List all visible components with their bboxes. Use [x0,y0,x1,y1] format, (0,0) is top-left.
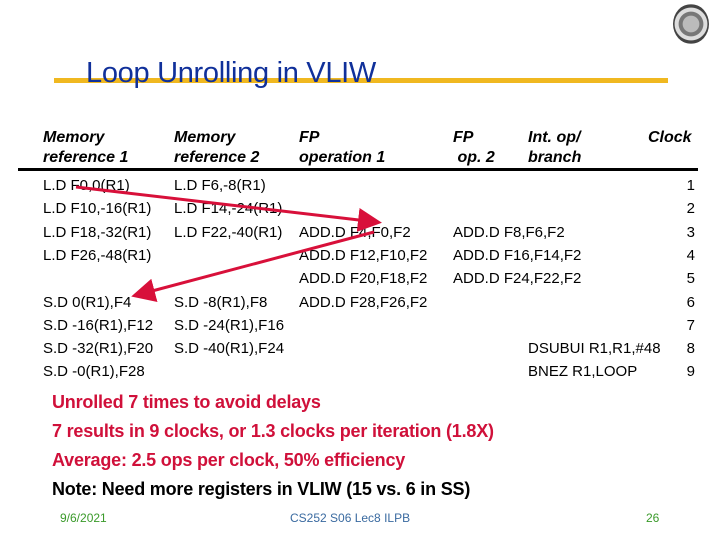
cell-mem2: S.D -8(R1),F8 [174,293,268,311]
cell-mem1: S.D -16(R1),F12 [43,316,154,334]
note-unrolled: Unrolled 7 times to avoid delays [52,392,321,412]
cell-fp2: ADD.D F16,F14,F2 [453,246,582,264]
cell-mem1: L.D F26,-48(R1) [43,246,152,264]
cell-clock: 9 [686,363,695,381]
header-rule [18,168,698,171]
cell-fp1: ADD.D F28,F26,F2 [299,293,428,311]
header-fp-op-2: FP op. 2 [453,129,495,166]
cell-mem2: S.D -40(R1),F24 [174,340,285,358]
cell-mem1: L.D F0,0(R1) [43,177,130,194]
cell-mem1: S.D -32(R1),F20 [43,340,154,358]
cell-clock: 3 [686,223,695,241]
header-fp-op-1: FP operation 1 [299,129,386,166]
cell-mem2: S.D -24(R1),F16 [174,316,285,334]
header-clock: Clock [648,129,692,146]
header-memory-ref-1: Memory reference 1 [43,129,129,166]
cell-clock: 2 [686,200,695,218]
cell-mem2: L.D F14,-24(R1) [174,200,283,218]
header-memory-ref-2: Memory reference 2 [174,129,260,166]
cell-clock: 7 [686,316,695,334]
cell-mem2: L.D F22,-40(R1) [174,223,283,241]
footer-page-number: 26 [646,511,660,525]
cell-mem1: S.D -0(R1),F28 [43,363,145,381]
cell-clock: 5 [686,270,695,288]
cell-int: DSUBUI R1,R1,#48 [528,340,661,358]
university-seal-icon [673,4,709,44]
note-registers: Note: Need more registers in VLIW (15 vs… [52,479,471,499]
cell-mem1: L.D F18,-32(R1) [43,223,152,241]
cell-fp1: ADD.D F4,F0,F2 [299,223,411,241]
note-results: 7 results in 9 clocks, or 1.3 clocks per… [52,421,494,441]
cell-fp1: ADD.D F12,F10,F2 [299,246,428,264]
cell-fp2: ADD.D F24,F22,F2 [453,270,582,288]
note-average: Average: 2.5 ops per clock, 50% efficien… [52,450,406,470]
cell-mem2: L.D F6,-8(R1) [174,177,266,194]
cell-fp1: ADD.D F20,F18,F2 [299,270,428,288]
cell-mem1: S.D 0(R1),F4 [43,293,132,311]
cell-clock: 1 [686,177,695,194]
slide-title: Loop Unrolling in VLIW [86,57,376,89]
cell-mem1: L.D F10,-16(R1) [43,200,152,218]
cell-fp2: ADD.D F8,F6,F2 [453,223,565,241]
cell-clock: 4 [686,246,695,264]
cell-clock: 6 [686,293,695,311]
header-int-op-branch: Int. op/branch [528,129,582,166]
footer-course: CS252 S06 Lec8 ILPB [290,511,411,525]
cell-clock: 8 [686,340,695,358]
cell-int: BNEZ R1,LOOP [528,363,638,381]
footer-date: 9/6/2021 [60,511,107,525]
